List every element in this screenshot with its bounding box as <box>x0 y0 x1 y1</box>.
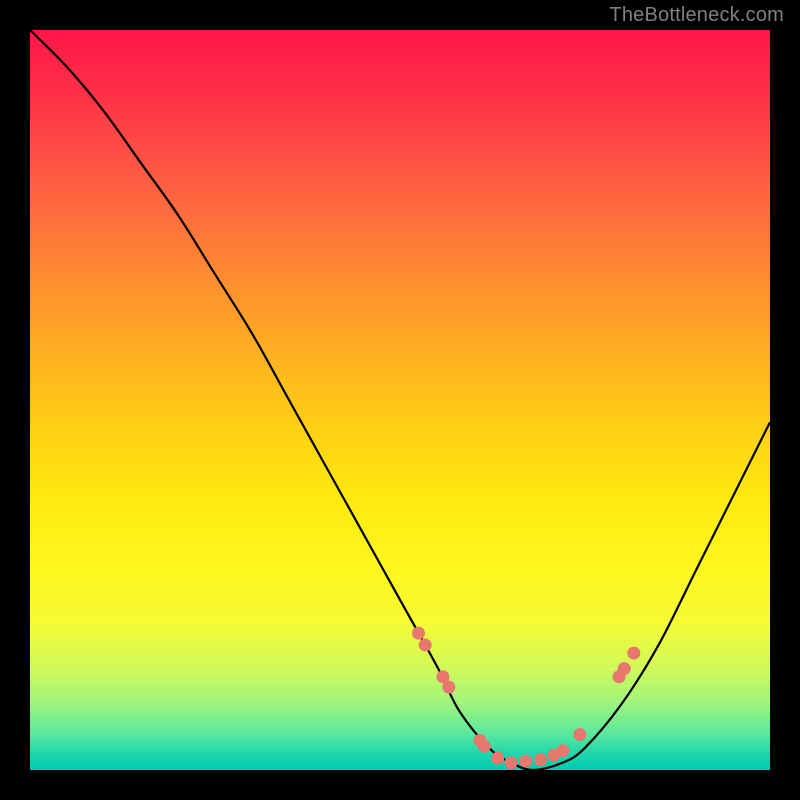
highlighted-points <box>412 627 640 770</box>
marker-point <box>419 638 432 651</box>
plot-area <box>30 30 770 770</box>
marker-point <box>478 740 491 753</box>
marker-point <box>573 728 586 741</box>
marker-point <box>412 627 425 640</box>
curve-svg <box>30 30 770 770</box>
marker-point <box>534 753 547 766</box>
marker-point <box>618 662 631 675</box>
marker-point <box>556 744 569 757</box>
marker-point <box>519 755 532 768</box>
chart-container: TheBottleneck.com <box>0 0 800 800</box>
marker-point <box>627 647 640 660</box>
watermark-text: TheBottleneck.com <box>609 4 784 27</box>
marker-point <box>491 752 504 765</box>
marker-point <box>505 756 518 769</box>
marker-point <box>442 681 455 694</box>
bottleneck-curve <box>30 30 770 770</box>
